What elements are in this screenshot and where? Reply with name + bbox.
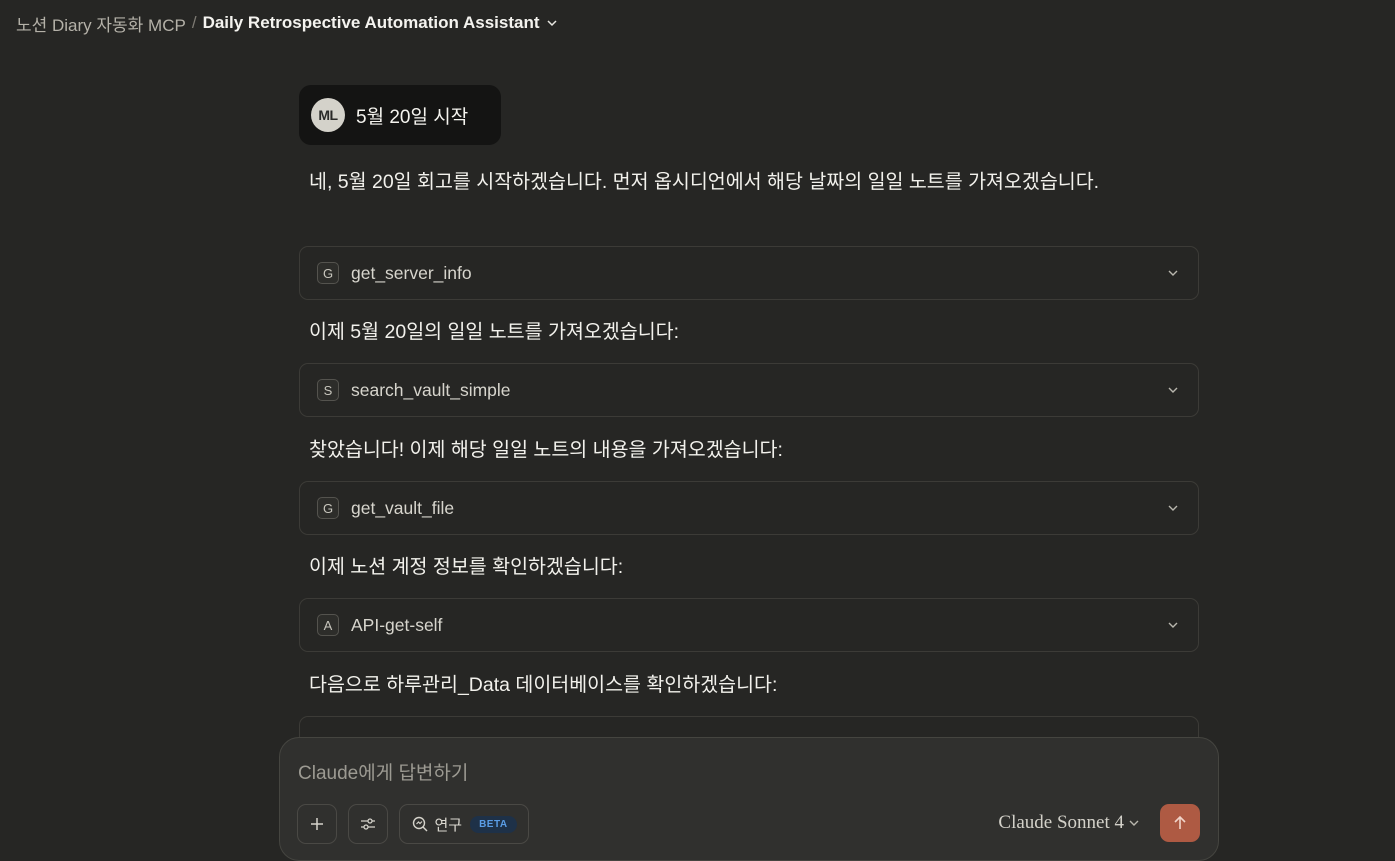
reply-input[interactable]: Claude에게 답변하기: [298, 758, 468, 785]
sliders-icon: [361, 818, 375, 830]
model-selector[interactable]: Claude Sonnet 4: [998, 812, 1140, 834]
tool-badge: G: [317, 262, 339, 284]
arrow-up-icon: [1174, 815, 1186, 829]
research-button[interactable]: 연구 BETA: [399, 804, 529, 844]
tool-name: API-get-self: [351, 614, 443, 635]
assistant-step-text: 이제 5월 20일의 일일 노트를 가져오겠습니다:: [309, 321, 680, 343]
chevron-down-icon[interactable]: [1167, 267, 1179, 279]
tool-badge: A: [317, 614, 339, 636]
tool-name: search_vault_simple: [351, 379, 511, 400]
avatar: ML: [311, 98, 345, 132]
model-name: Claude Sonnet 4: [998, 812, 1124, 833]
breadcrumb-project[interactable]: 노션 Diary 자동화 MCP: [16, 11, 186, 36]
tool-call-get-server-info[interactable]: G get_server_info: [299, 246, 1199, 300]
chevron-down-icon: [1129, 820, 1139, 826]
assistant-step-text: 이제 노션 계정 정보를 확인하겠습니다:: [309, 556, 624, 578]
message-composer[interactable]: Claude에게 답변하기 연구 BETA Claude Sonnet 4: [279, 737, 1219, 861]
chevron-down-icon[interactable]: [1167, 384, 1179, 396]
chevron-down-icon[interactable]: [1167, 502, 1179, 514]
tool-call-get-vault-file[interactable]: G get_vault_file: [299, 481, 1199, 535]
tool-name: get_server_info: [351, 262, 472, 283]
tool-name: get_vault_file: [351, 497, 455, 518]
plus-icon: [311, 818, 323, 830]
research-icon: [413, 816, 428, 832]
tool-call-search-vault-simple[interactable]: S search_vault_simple: [299, 363, 1199, 417]
send-button[interactable]: [1160, 804, 1200, 842]
research-label: 연구: [434, 816, 463, 834]
message-thread: ML 5월 20일 시작 네, 5월 20일 회고를 시작하겠습니다. 먼저 옵…: [299, 0, 1199, 745]
chevron-down-icon[interactable]: [1167, 619, 1179, 631]
tool-badge: G: [317, 497, 339, 519]
user-message-text: 5월 20일 시작: [356, 106, 469, 128]
assistant-step-text: 다음으로 하루관리_Data 데이터베이스를 확인하겠습니다:: [309, 674, 778, 696]
add-button[interactable]: [297, 804, 337, 844]
breadcrumb-separator: /: [191, 13, 197, 32]
beta-badge: BETA: [470, 815, 517, 833]
assistant-step-text: 찾았습니다! 이제 해당 일일 노트의 내용을 가져오겠습니다:: [309, 439, 783, 461]
user-message: ML 5월 20일 시작: [299, 85, 501, 145]
assistant-intro-text: 네, 5월 20일 회고를 시작하겠습니다. 먼저 옵시디언에서 해당 날짜의 …: [309, 171, 1100, 193]
tool-call-api-get-self[interactable]: A API-get-self: [299, 598, 1199, 652]
tools-settings-button[interactable]: [348, 804, 388, 844]
tool-badge: S: [317, 379, 339, 401]
